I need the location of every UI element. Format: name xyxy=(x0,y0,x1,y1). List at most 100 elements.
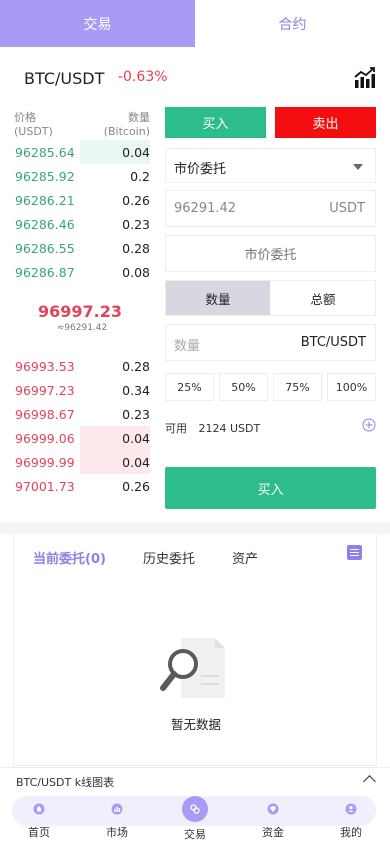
nav-label-funds: 资金 xyxy=(262,826,284,839)
order-qty: 0.28 xyxy=(122,359,150,374)
buy-order-row[interactable]: 96286.87 0.08 xyxy=(0,260,160,284)
nav-label-profile: 我的 xyxy=(340,826,362,839)
top-tabs: 交易 合约 xyxy=(0,0,390,47)
order-qty: 0.04 xyxy=(122,455,150,470)
order-qty: 0.23 xyxy=(122,407,150,422)
market-order-field: 市价委托 xyxy=(165,235,376,272)
nav-item-profile[interactable]: 我的 xyxy=(321,796,381,840)
sell-order-row[interactable]: 97001.73 0.26 xyxy=(0,474,160,498)
section-divider xyxy=(0,522,390,534)
order-price: 96999.06 xyxy=(15,431,75,446)
order-qty: 0.2 xyxy=(130,169,150,184)
document-icon[interactable] xyxy=(347,545,362,560)
order-type-select[interactable]: 市价委托 xyxy=(165,148,376,183)
sell-side-button[interactable]: 卖出 xyxy=(275,107,376,138)
profile-icon xyxy=(340,798,362,820)
pair-change: -0.63% xyxy=(118,69,168,85)
tab-amount[interactable]: 数量 xyxy=(166,281,270,315)
nav-item-market[interactable]: 市场 xyxy=(87,796,147,840)
order-qty: 0.04 xyxy=(122,431,150,446)
nav-item-trade[interactable]: 交易 xyxy=(165,796,225,842)
percent-buttons: 25% 50% 75% 100% xyxy=(165,373,376,401)
amount-mode-tabs: 数量 总额 xyxy=(165,280,376,316)
amount-unit: BTC/USDT xyxy=(300,335,366,350)
order-qty: 0.08 xyxy=(122,265,150,280)
market-icon xyxy=(106,798,128,820)
qty-header: 数量 xyxy=(128,111,150,124)
order-qty: 0.28 xyxy=(122,241,150,256)
buy-order-row[interactable]: 96285.92 0.2 xyxy=(0,164,160,188)
side-switch: 买入 卖出 xyxy=(165,107,376,138)
order-qty: 0.26 xyxy=(122,479,150,494)
mid-price: 96997.23 xyxy=(37,302,122,321)
order-price: 96286.46 xyxy=(15,217,75,232)
sell-order-row[interactable]: 96998.67 0.23 xyxy=(0,402,160,426)
chevron-down-icon xyxy=(353,164,363,170)
order-qty: 0.23 xyxy=(122,217,150,232)
pair-bar: BTC/USDT -0.63% xyxy=(0,47,390,107)
nav-label-trade: 交易 xyxy=(184,828,206,841)
buy-order-row[interactable]: 96286.46 0.23 xyxy=(0,212,160,236)
mid-price-approx: ≈96291.42 xyxy=(56,323,108,333)
kline-toggle-bar[interactable]: BTC/USDT k线图表 xyxy=(0,767,390,792)
percent-50-button[interactable]: 50% xyxy=(219,373,268,401)
plus-circle-icon[interactable] xyxy=(362,418,376,432)
order-qty: 0.26 xyxy=(122,193,150,208)
price-unit-header: (USDT) xyxy=(14,125,53,138)
available-value: 2124 USDT xyxy=(198,422,261,435)
trade-icon xyxy=(182,796,208,822)
order-price: 96285.92 xyxy=(15,169,75,184)
tab-contract[interactable]: 合约 xyxy=(195,0,390,47)
buy-order-row[interactable]: 96286.55 0.28 xyxy=(0,236,160,260)
no-data-icon xyxy=(160,638,225,698)
buy-order-row[interactable]: 96286.21 0.26 xyxy=(0,188,160,212)
sell-order-row[interactable]: 96999.99 0.04 xyxy=(0,450,160,474)
order-price: 96286.55 xyxy=(15,241,75,256)
buy-order-row[interactable]: 96285.64 0.04 xyxy=(0,140,160,164)
available-balance: 可用 2124 USDT xyxy=(165,420,260,436)
buy-submit-button[interactable]: 买入 xyxy=(165,467,376,509)
buy-side-button[interactable]: 买入 xyxy=(165,107,266,138)
order-price: 96993.53 xyxy=(15,359,75,374)
tab-order-history[interactable]: 历史委托 xyxy=(143,548,195,567)
qty-unit-header: (Bitcoin) xyxy=(103,125,150,138)
order-price: 96997.23 xyxy=(15,383,75,398)
percent-25-button[interactable]: 25% xyxy=(165,373,214,401)
order-price: 97001.73 xyxy=(15,479,75,494)
order-qty: 0.04 xyxy=(122,145,150,160)
price-header: 价格 xyxy=(14,111,36,124)
percent-100-button[interactable]: 100% xyxy=(327,373,376,401)
amount-placeholder: 数量 xyxy=(174,339,201,354)
nav-label-market: 市场 xyxy=(106,826,128,839)
tab-total[interactable]: 总额 xyxy=(271,281,375,315)
order-type-value: 市价委托 xyxy=(174,162,227,177)
available-label: 可用 xyxy=(165,422,187,435)
orders-panel: 当前委托(0) 历史委托 资产 暂无数据 xyxy=(13,534,377,766)
price-unit: USDT xyxy=(329,201,365,216)
order-qty: 0.34 xyxy=(122,383,150,398)
kline-label: BTC/USDT k线图表 xyxy=(16,776,115,789)
chart-icon[interactable] xyxy=(354,67,376,89)
pair-name[interactable]: BTC/USDT xyxy=(24,69,104,88)
price-value: 96291.42 xyxy=(174,201,237,216)
amount-input[interactable]: 数量 BTC/USDT xyxy=(165,324,376,361)
sell-order-row[interactable]: 96999.06 0.04 xyxy=(0,426,160,450)
order-price: 96285.64 xyxy=(15,145,75,160)
order-price: 96998.67 xyxy=(15,407,75,422)
bottom-nav: 首页 市场 交易 资金 我的 xyxy=(0,792,390,844)
price-input[interactable]: 96291.42 USDT xyxy=(165,190,376,227)
nav-label-home: 首页 xyxy=(28,826,50,839)
percent-75-button[interactable]: 75% xyxy=(273,373,322,401)
nav-item-funds[interactable]: 资金 xyxy=(243,796,303,840)
nav-item-home[interactable]: 首页 xyxy=(9,796,69,840)
tab-trade[interactable]: 交易 xyxy=(0,0,195,47)
sell-order-row[interactable]: 96997.23 0.34 xyxy=(0,378,160,402)
order-price: 96286.87 xyxy=(15,265,75,280)
sell-order-row[interactable]: 96993.53 0.28 xyxy=(0,354,160,378)
chevron-up-icon xyxy=(363,775,376,788)
funds-icon xyxy=(262,798,284,820)
tab-assets[interactable]: 资产 xyxy=(232,548,258,567)
home-icon xyxy=(28,798,50,820)
order-price: 96286.21 xyxy=(15,193,75,208)
tab-current-orders[interactable]: 当前委托(0) xyxy=(33,548,106,567)
